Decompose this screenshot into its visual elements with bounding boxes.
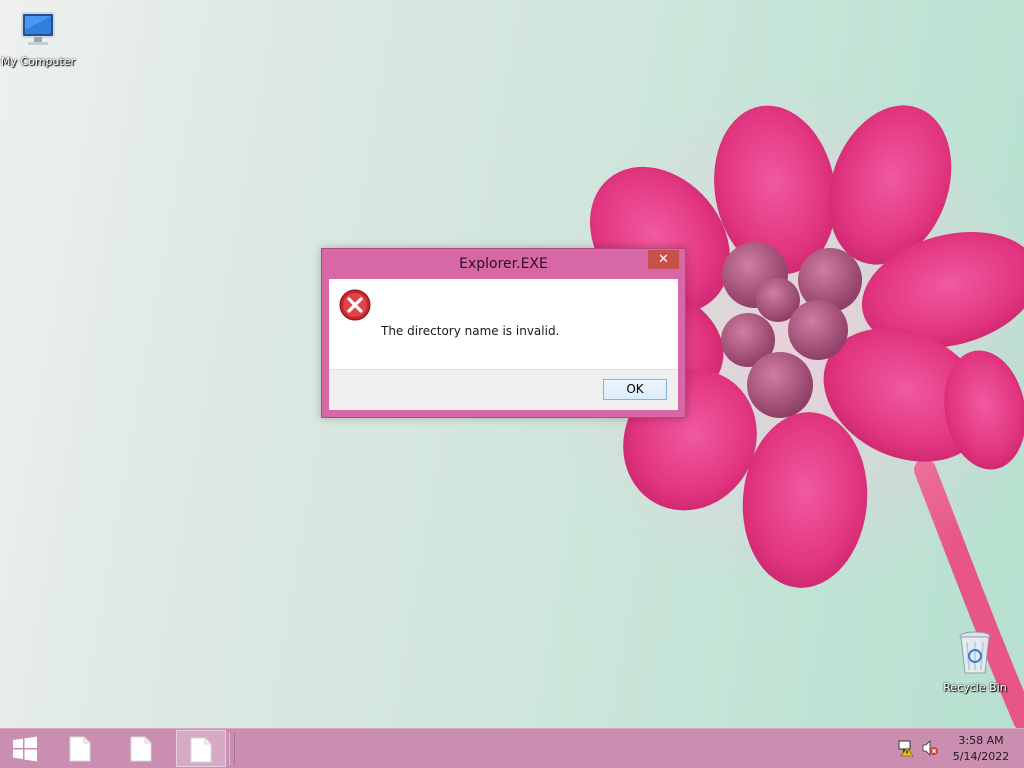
recycle-bin-label: Recycle Bin xyxy=(943,681,1007,694)
recycle-bin-icon xyxy=(959,631,991,674)
clock-date: 5/14/2022 xyxy=(952,750,1010,763)
error-dialog[interactable]: Explorer.EXE ✕ The directory name is inv… xyxy=(321,248,686,418)
clock-time: 3:58 AM xyxy=(958,734,1004,747)
desktop-icon-recycle-bin[interactable]: Recycle Bin xyxy=(935,630,1015,694)
start-button[interactable] xyxy=(4,729,44,768)
taskbar-grip[interactable] xyxy=(229,733,235,765)
desktop-icon-my-computer[interactable]: My Computer xyxy=(0,10,78,68)
close-button[interactable]: ✕ xyxy=(648,250,679,269)
network-warning-icon xyxy=(898,740,914,757)
taskbar-button-2[interactable] xyxy=(117,730,167,767)
ok-button[interactable]: OK xyxy=(603,379,667,400)
tray-volume[interactable] xyxy=(921,739,939,761)
windows-logo-icon xyxy=(13,736,37,762)
taskbar: 3:58 AM 5/14/2022 xyxy=(0,728,1024,768)
document-icon xyxy=(190,737,212,763)
dialog-message: The directory name is invalid. xyxy=(381,324,560,338)
close-icon: ✕ xyxy=(658,252,669,267)
dialog-footer: OK xyxy=(329,369,678,410)
computer-icon xyxy=(21,12,55,45)
taskbar-button-1[interactable] xyxy=(56,730,106,767)
dialog-content: The directory name is invalid. xyxy=(329,279,678,369)
document-icon xyxy=(69,736,91,762)
dialog-title: Explorer.EXE xyxy=(459,256,548,272)
taskbar-button-3[interactable] xyxy=(176,730,226,767)
clock[interactable]: 3:58 AM 5/14/2022 xyxy=(948,733,1014,765)
my-computer-label: My Computer xyxy=(0,55,76,68)
desktop[interactable]: My Computer Recycle Bin Explorer.EXE ✕ T… xyxy=(0,0,1024,728)
volume-muted-icon xyxy=(922,740,938,756)
document-icon xyxy=(130,736,152,762)
tray-network[interactable] xyxy=(897,739,915,761)
error-icon xyxy=(339,289,371,321)
